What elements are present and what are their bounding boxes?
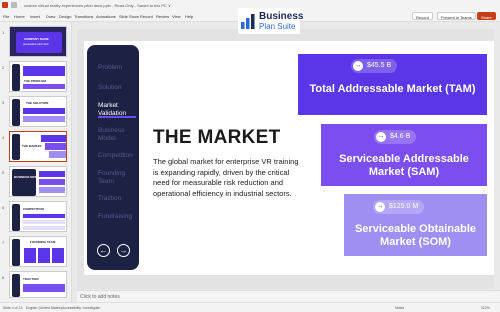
som-card: → $125.0 M Serviceable Obtainable Market… bbox=[344, 194, 487, 256]
slide-nav-panel: Problem Solution Market Validation Busin… bbox=[87, 45, 139, 270]
thumbnail-number: 2 bbox=[2, 65, 5, 70]
arrow-right-icon: → bbox=[375, 202, 385, 212]
file-title: custom virtual reality experiences pitch… bbox=[24, 3, 171, 8]
sam-label: Serviceable Addressable Market (SAM) bbox=[339, 153, 469, 178]
slide-thumbnail-panel: 1 COMPANY NAME presentation pitch deck 2… bbox=[0, 22, 72, 302]
nav-item-traction: Traction bbox=[98, 195, 122, 202]
menu-home[interactable]: Home bbox=[14, 14, 25, 19]
save-icon[interactable] bbox=[11, 2, 17, 8]
menu-record[interactable]: Record bbox=[140, 14, 153, 19]
thumbnail-slide-5[interactable]: BUSINESS MODEL bbox=[9, 166, 67, 197]
notes-pane[interactable]: Click to add notes bbox=[77, 290, 500, 302]
sam-card: → $4.6 B Serviceable Addressable Market … bbox=[321, 124, 487, 186]
arrow-left-icon[interactable]: ← bbox=[97, 244, 110, 257]
menu-view[interactable]: View bbox=[172, 14, 181, 19]
sam-value: $4.6 B bbox=[390, 133, 411, 140]
current-slide[interactable]: Problem Solution Market Validation Busin… bbox=[84, 41, 494, 275]
nav-item-fundraising: Fundraising bbox=[98, 213, 132, 220]
brand-name-line1: Business bbox=[259, 11, 304, 22]
thumbnail-title: THE PROBLEM bbox=[24, 79, 46, 83]
thumbnail-slide-1[interactable]: COMPANY NAME presentation pitch deck bbox=[9, 26, 67, 57]
present-in-teams-button[interactable]: Present in Teams bbox=[437, 12, 476, 20]
nav-item-market-validation: Market Validation bbox=[98, 102, 127, 117]
menu-design[interactable]: Design bbox=[59, 14, 71, 19]
slide-title: THE MARKET bbox=[153, 127, 281, 148]
menu-insert[interactable]: Insert bbox=[30, 14, 40, 19]
language-indicator[interactable]: English (United States) bbox=[26, 306, 62, 310]
tam-label: Total Addressable Market (TAM) bbox=[309, 83, 476, 95]
thumbnail-number: 1 bbox=[2, 30, 5, 35]
menu-slide-show[interactable]: Slide Show bbox=[119, 14, 139, 19]
arrow-right-icon[interactable]: → bbox=[117, 244, 130, 257]
som-value-badge: → $125.0 M bbox=[373, 200, 425, 214]
slide-body-text: The global market for enterprise VR trai… bbox=[153, 157, 299, 198]
slide-canvas: Problem Solution Market Validation Busin… bbox=[77, 29, 494, 289]
record-button[interactable]: Record bbox=[412, 12, 433, 20]
nav-active-underline bbox=[98, 116, 136, 118]
notes-placeholder: Click to add notes bbox=[80, 294, 120, 300]
thumbnail-number: 4 bbox=[2, 135, 5, 140]
menu-transitions[interactable]: Transitions bbox=[74, 14, 93, 19]
thumbnail-title: COMPETITION bbox=[23, 207, 44, 211]
thumbnail-number: 6 bbox=[2, 205, 5, 210]
bar-chart-logo-icon bbox=[241, 14, 255, 29]
powerpoint-icon bbox=[2, 2, 8, 8]
thumbnail-slide-3[interactable]: THE SOLUTION bbox=[9, 96, 67, 127]
brand-name-line2: Plan Suite bbox=[259, 22, 296, 31]
accessibility-status[interactable]: Accessibility: Investigate bbox=[62, 306, 100, 310]
thumbnail-title: BUSINESS MODEL bbox=[14, 175, 42, 179]
nav-item-business-model: Business Model bbox=[98, 127, 125, 142]
thumbnail-title: THE SOLUTION bbox=[26, 101, 49, 105]
thumbnail-subtitle: presentation pitch deck bbox=[23, 43, 49, 46]
thumbnail-number: 8 bbox=[2, 275, 5, 280]
thumbnail-title: FOUNDING TEAM bbox=[30, 240, 56, 244]
brand-logo: Business Plan Suite bbox=[238, 8, 304, 34]
thumbnail-number: 7 bbox=[2, 240, 5, 245]
nav-item-solution: Solution bbox=[98, 84, 122, 91]
thumbnail-number: 5 bbox=[2, 170, 5, 175]
som-label: Serviceable Obtainable Market (SOM) bbox=[354, 223, 477, 248]
arrow-right-icon: → bbox=[353, 61, 363, 71]
som-value: $125.0 M bbox=[389, 203, 419, 210]
tam-card: → $45.5 B Total Addressable Market (TAM) bbox=[298, 54, 487, 115]
menu-review[interactable]: Review bbox=[156, 14, 169, 19]
thumbnail-slide-6[interactable]: COMPETITION bbox=[9, 201, 67, 232]
menu-help[interactable]: Help bbox=[185, 14, 193, 19]
thumbnail-title: TRACTION bbox=[23, 277, 39, 281]
share-button[interactable]: Share bbox=[477, 12, 496, 20]
nav-item-problem: Problem bbox=[98, 64, 123, 71]
status-bar: Slide 4 of 13 English (United States) Ac… bbox=[0, 302, 500, 312]
menu-draw[interactable]: Draw bbox=[46, 14, 55, 19]
thumbnail-title: COMPANY NAME bbox=[24, 37, 49, 41]
thumbnail-slide-4[interactable]: THE MARKET bbox=[9, 131, 67, 162]
nav-item-competition: Competition bbox=[98, 152, 133, 159]
tam-value-badge: → $45.5 B bbox=[351, 59, 398, 73]
thumbnail-number: 3 bbox=[2, 100, 5, 105]
thumbnail-slide-2[interactable]: THE PROBLEM bbox=[9, 61, 67, 92]
thumbnail-title: THE MARKET bbox=[22, 144, 42, 148]
sam-value-badge: → $4.6 B bbox=[374, 130, 417, 144]
menu-animations[interactable]: Animations bbox=[96, 14, 116, 19]
tam-value: $45.5 B bbox=[367, 62, 392, 69]
zoom-level[interactable]: 112% bbox=[481, 306, 490, 310]
menu-file[interactable]: File bbox=[3, 14, 9, 19]
slide-counter: Slide 4 of 13 bbox=[3, 306, 23, 310]
thumbnail-slide-8[interactable]: TRACTION bbox=[9, 271, 67, 298]
arrow-right-icon: → bbox=[376, 132, 386, 142]
notes-toggle-button[interactable]: Notes bbox=[395, 306, 404, 310]
nav-item-founding-team: Founding Team bbox=[98, 170, 126, 185]
thumbnail-slide-7[interactable]: FOUNDING TEAM bbox=[9, 236, 67, 267]
